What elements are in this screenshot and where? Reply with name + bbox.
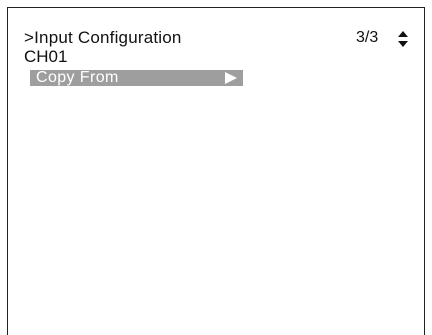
channel-label: CH01 (24, 47, 68, 66)
menu-item-copy-from[interactable]: Copy From (30, 69, 243, 86)
menu-screen (7, 7, 425, 335)
menu-title: >Input Configuration (24, 28, 182, 47)
submenu-arrow-icon (225, 72, 237, 84)
up-down-scroll-icon (398, 31, 408, 47)
menu-item-label: Copy From (36, 69, 119, 86)
page-indicator: 3/3 (356, 29, 379, 46)
